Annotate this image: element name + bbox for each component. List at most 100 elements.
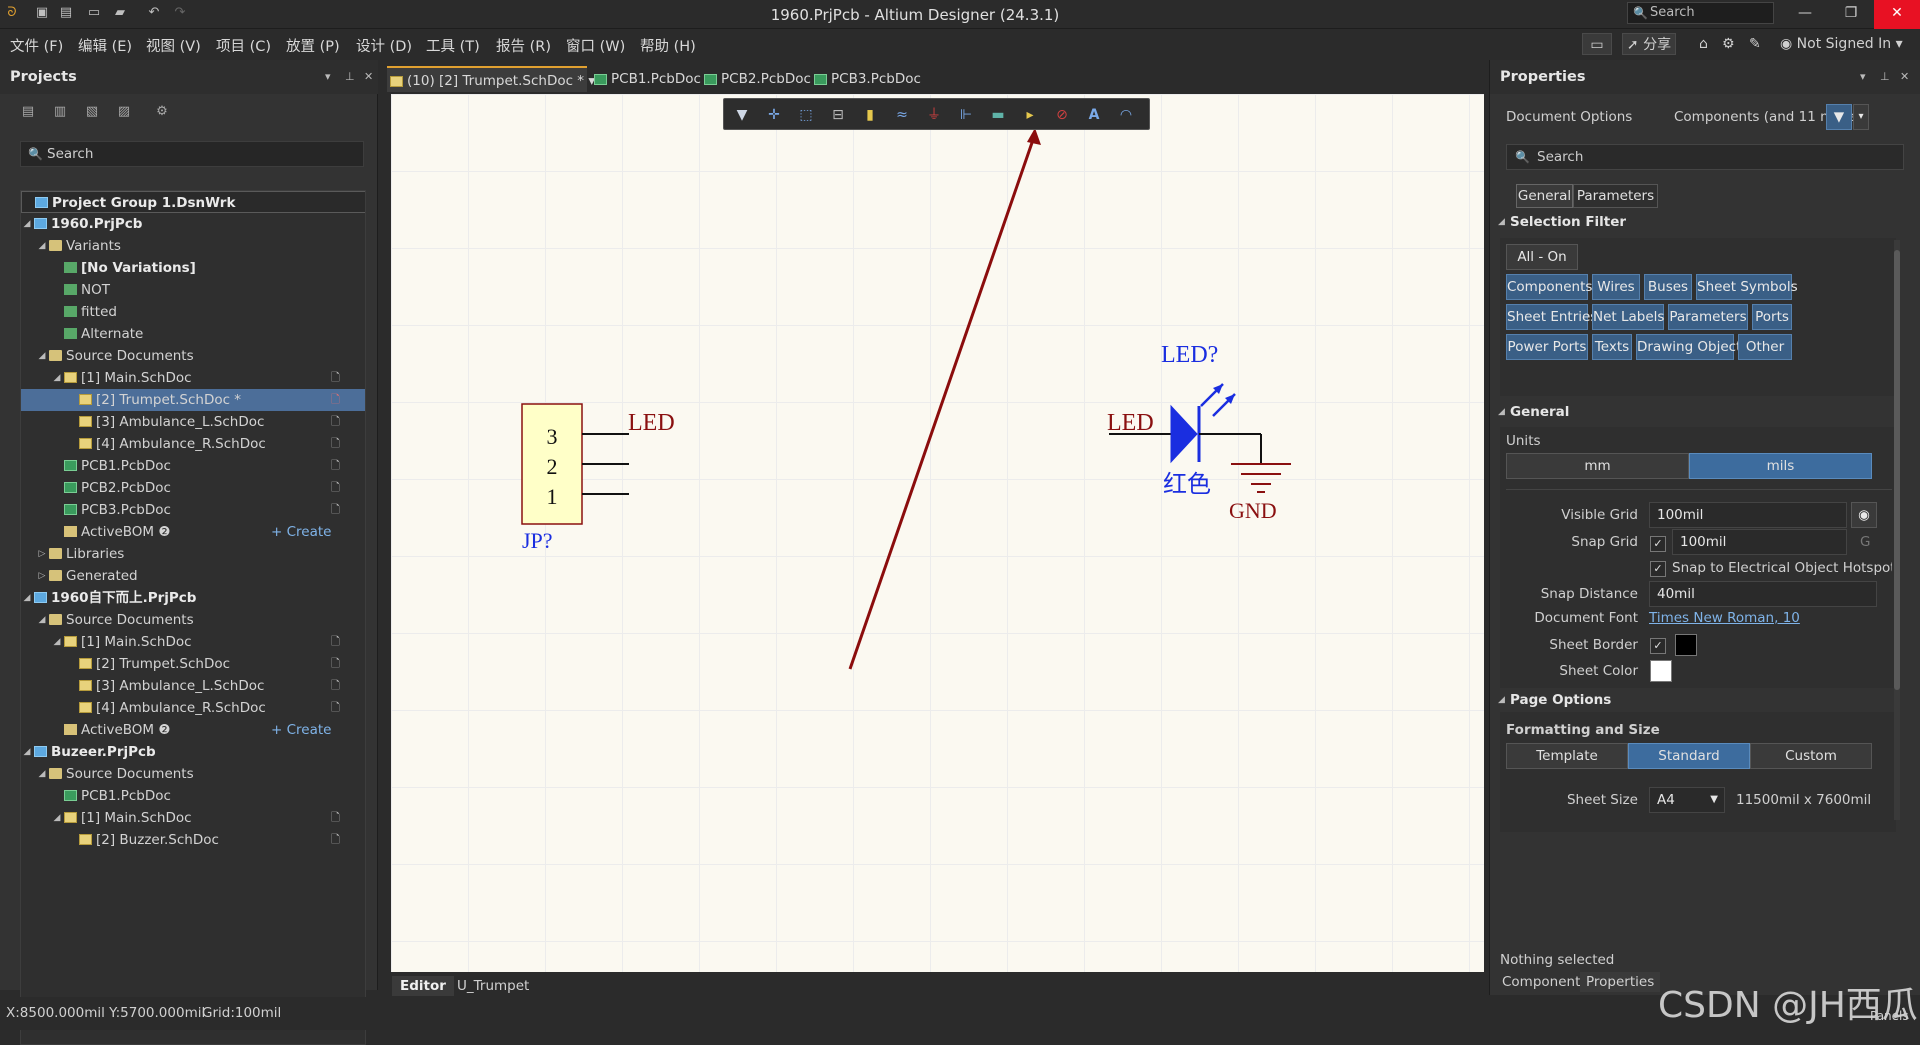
menu-file[interactable]: 文件 (F) [10, 35, 63, 56]
led-net-label[interactable]: LED [1107, 410, 1154, 436]
menu-reports[interactable]: 报告 (R) [496, 35, 551, 56]
tree-item[interactable]: ◢ [1] Main.SchDoc 🗋 [21, 367, 365, 389]
pin-icon[interactable]: ⊥ [1880, 60, 1890, 94]
expand-down-icon[interactable]: ◢ [37, 345, 47, 367]
text-icon[interactable]: A [1084, 105, 1104, 125]
expand-down-icon[interactable]: ◢ [37, 763, 47, 785]
global-search-input[interactable]: 🔍 Search [1627, 2, 1774, 24]
close-project-icon[interactable]: ▧ [84, 104, 100, 120]
tree-item[interactable]: [2] Buzzer.SchDoc 🗋 [21, 829, 365, 851]
filter-net-labels-button[interactable]: Net Labels [1592, 304, 1664, 330]
filter-other-button[interactable]: Other [1738, 334, 1792, 360]
tree-item[interactable]: PCB2.PcbDoc 🗋 [21, 477, 365, 499]
tree-item[interactable]: [4] Ambulance_R.SchDoc 🗋 [21, 433, 365, 455]
tab-trumpet-schdoc[interactable]: (10) [2] Trumpet.SchDoc * ▾ [387, 66, 595, 92]
chat-icon[interactable]: ▭ [1582, 33, 1612, 55]
tree-item[interactable]: fitted [21, 301, 365, 323]
menu-view[interactable]: 视图 (V) [146, 35, 201, 56]
menu-place[interactable]: 放置 (P) [286, 35, 340, 56]
menu-design[interactable]: 设计 (D) [356, 35, 412, 56]
jp-designator[interactable]: JP? [522, 528, 553, 553]
tree-item[interactable]: [No Variations] [21, 257, 365, 279]
visible-grid-input[interactable]: 100mil [1649, 502, 1847, 528]
move-icon[interactable]: ✛ [764, 105, 784, 125]
general-header[interactable]: ◢ General [1490, 400, 1920, 424]
filter-dropdown-icon[interactable]: ▾ [1853, 104, 1869, 130]
tree-item[interactable]: ▷ Generated [21, 565, 365, 587]
menu-help[interactable]: 帮助 (H) [640, 35, 696, 56]
tree-item[interactable]: [2] Trumpet.SchDoc * 🗋 [21, 389, 365, 411]
tree-item[interactable]: ◢ [1] Main.SchDoc 🗋 [21, 807, 365, 829]
save-project-icon[interactable]: ▤ [20, 104, 36, 120]
tree-item[interactable]: ◢ [1] Main.SchDoc 🗋 [21, 631, 365, 653]
page-options-header[interactable]: ◢ Page Options [1490, 688, 1920, 712]
eye-icon[interactable]: ◉ [1851, 502, 1877, 528]
restore-button[interactable]: ❐ [1828, 0, 1874, 29]
wire-icon[interactable]: ≈ [892, 105, 912, 125]
filter-sheet-entries-button[interactable]: Sheet Entries [1506, 304, 1597, 330]
tree-item[interactable]: ◢ 1960.PrjPcb [21, 213, 365, 235]
tab-u-trumpet[interactable]: U_Trumpet [449, 976, 537, 996]
custom-mode-button[interactable]: Custom [1750, 743, 1872, 769]
expand-down-icon[interactable]: ◢ [22, 213, 32, 235]
tab-pcb2[interactable]: PCB2.PcbDoc [701, 66, 811, 92]
filter-power-ports-button[interactable]: Power Ports [1506, 334, 1588, 360]
sheet-size-select[interactable]: A4 ▼ [1649, 787, 1725, 813]
filter-wires-button[interactable]: Wires [1592, 274, 1640, 300]
arc-icon[interactable]: ◠ [1116, 105, 1136, 125]
expand-down-icon[interactable]: ◢ [37, 609, 47, 631]
filter-icon[interactable]: ▼ [732, 105, 752, 125]
tree-item[interactable]: Project Group 1.DsnWrk [21, 191, 365, 213]
filter-button[interactable]: ▼ [1826, 104, 1852, 130]
standard-mode-button[interactable]: Standard [1628, 743, 1750, 769]
sheet-border-checkbox[interactable]: ✓ [1650, 638, 1666, 654]
tree-item[interactable]: [2] Trumpet.SchDoc 🗋 [21, 653, 365, 675]
units-mils-button[interactable]: mils [1689, 453, 1872, 479]
expand-down-icon[interactable]: ◢ [37, 235, 47, 257]
tree-item[interactable]: ◢ Source Documents [21, 609, 365, 631]
tab-parameters[interactable]: Parameters [1573, 184, 1658, 208]
tree-item[interactable]: PCB1.PcbDoc 🗋 [21, 455, 365, 477]
filter-ports-button[interactable]: Ports [1752, 304, 1792, 330]
tree-item[interactable]: ◢ Buzeer.PrjPcb [21, 741, 365, 763]
tree-item[interactable]: PCB3.PcbDoc 🗋 [21, 499, 365, 521]
led-designator[interactable]: LED? [1161, 342, 1218, 368]
tab-pcb1[interactable]: PCB1.PcbDoc [591, 66, 701, 92]
menu-project[interactable]: 项目 (C) [216, 35, 271, 56]
expand-down-icon[interactable]: ◢ [52, 807, 62, 829]
tab-properties[interactable]: Properties [1580, 972, 1661, 992]
expand-right-icon[interactable]: ▷ [37, 565, 47, 587]
filter-components-button[interactable]: Components [1506, 274, 1592, 300]
filter-texts-button[interactable]: Texts [1592, 334, 1632, 360]
tree-item[interactable]: Alternate [21, 323, 365, 345]
filter-sheet-symbols-button[interactable]: Sheet Symbols [1696, 274, 1798, 300]
led-triangle[interactable] [1170, 404, 1198, 464]
tree-item[interactable]: [4] Ambulance_R.SchDoc 🗋 [21, 697, 365, 719]
settings-icon[interactable]: ⚙ [154, 104, 170, 120]
tree-item[interactable]: [3] Ambulance_L.SchDoc 🗋 [21, 675, 365, 697]
snap-distance-input[interactable]: 40mil [1649, 581, 1877, 607]
gear-icon[interactable]: ⚙ [1722, 33, 1735, 55]
tree-item[interactable]: [3] Ambulance_L.SchDoc 🗋 [21, 411, 365, 433]
close-button[interactable]: ✕ [1874, 0, 1920, 29]
minimize-button[interactable]: — [1782, 0, 1828, 29]
notifications-icon[interactable]: ✎ [1749, 33, 1761, 55]
scrollbar-thumb[interactable] [1894, 250, 1900, 690]
tab-pcb3[interactable]: PCB3.PcbDoc [811, 66, 921, 92]
menu-tools[interactable]: 工具 (T) [426, 35, 480, 56]
snap-grid-input[interactable]: 100mil [1672, 529, 1847, 555]
close-icon[interactable]: ✕ [364, 60, 373, 94]
snap-hotspot-checkbox[interactable]: ✓ [1650, 561, 1666, 577]
tree-item[interactable]: ActiveBOM ❷ + Create [21, 719, 365, 741]
port-icon[interactable]: ▸ [1020, 105, 1040, 125]
tree-item[interactable]: NOT [21, 279, 365, 301]
jp-net-label[interactable]: LED [628, 410, 675, 436]
filter-parameters-button[interactable]: Parameters [1668, 304, 1748, 330]
expand-down-icon[interactable]: ◢ [22, 741, 32, 763]
close-icon[interactable]: ✕ [1900, 60, 1909, 94]
selection-filter-header[interactable]: ◢ Selection Filter [1490, 210, 1920, 234]
create-bom-link[interactable]: + Create [271, 521, 331, 543]
signin-button[interactable]: ◉ Not Signed In ▾ [1780, 33, 1903, 55]
units-mm-button[interactable]: mm [1506, 453, 1689, 479]
harness-icon[interactable]: ⊩ [956, 105, 976, 125]
